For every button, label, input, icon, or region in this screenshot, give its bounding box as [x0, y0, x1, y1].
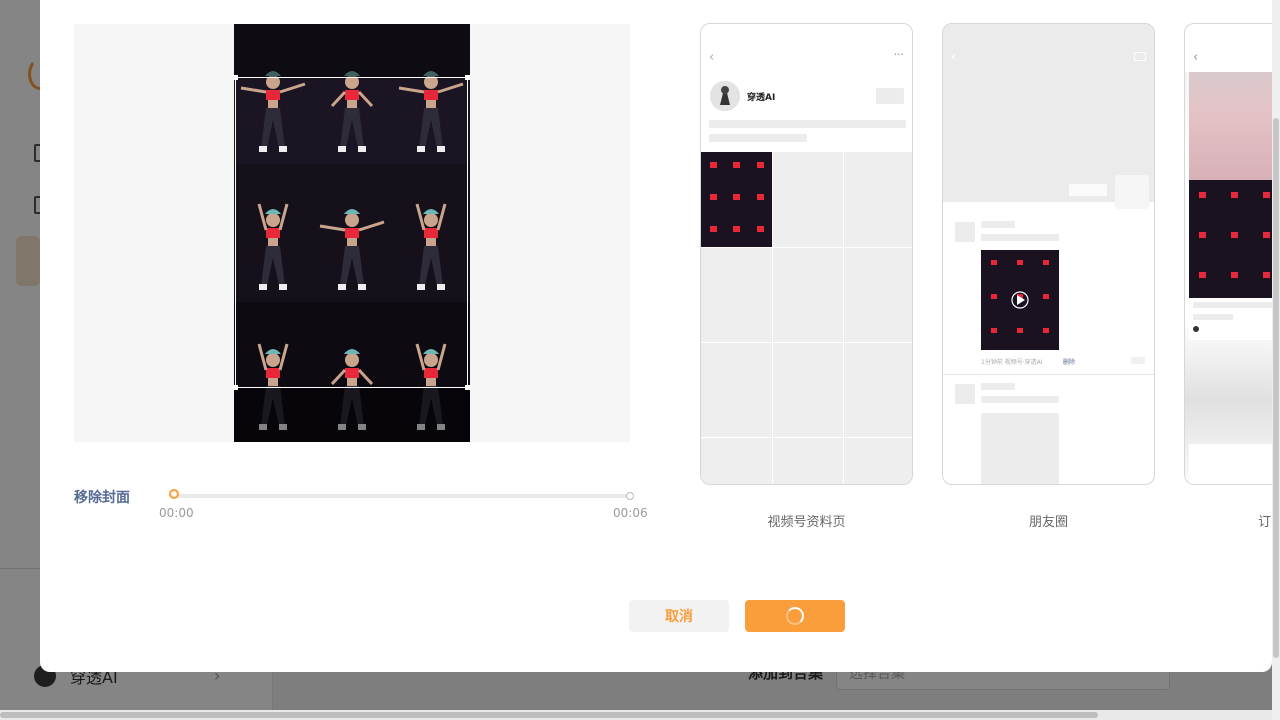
message-footer — [1189, 444, 1272, 484]
crop-mask-top — [234, 24, 470, 77]
video-grid — [701, 152, 912, 484]
remove-cover-link[interactable]: 移除封面 — [74, 487, 130, 507]
preview-label-moments: 朋友圈 — [1028, 515, 1068, 530]
post-avatar-placeholder — [955, 384, 975, 404]
moments-avatar-placeholder — [1115, 175, 1149, 209]
loading-spinner-icon — [786, 607, 804, 625]
timeline-handle[interactable] — [169, 489, 179, 499]
post-avatar-placeholder — [955, 222, 975, 242]
vertical-scrollbar-thumb[interactable] — [1273, 118, 1279, 658]
article-cover-blur — [1189, 72, 1272, 180]
horizontal-scrollbar-thumb[interactable] — [0, 712, 1098, 718]
profile-page-preview: ‹ ··· 穿透AI — [700, 23, 913, 485]
back-arrow-icon: ‹ — [951, 50, 957, 65]
post-divider — [943, 374, 1154, 375]
vertical-scrollbar[interactable] — [1272, 0, 1280, 720]
bio-line — [709, 120, 906, 128]
cover-crop-box[interactable] — [233, 75, 470, 390]
back-arrow-icon: ‹ — [1193, 50, 1199, 65]
post-text-placeholder — [981, 234, 1059, 241]
article-video-thumbnail — [1189, 180, 1272, 298]
preview-label-subscription: 订阅号消息 — [1257, 515, 1272, 530]
post-text-placeholder — [981, 396, 1059, 403]
moments-name-placeholder — [1069, 184, 1107, 196]
timeline-track[interactable] — [176, 494, 630, 498]
article-source-avatar — [1193, 326, 1199, 332]
post-video-thumbnail[interactable] — [981, 250, 1059, 350]
horizontal-scrollbar[interactable] — [0, 710, 1280, 720]
crop-mask-bottom — [234, 388, 470, 442]
crop-handle-bottom-right[interactable] — [465, 385, 470, 390]
article-title-placeholder — [1193, 314, 1233, 320]
cover-editor-modal: 移除封面 00:00 00:06 ‹ ··· 穿透AI 视频号资料页 ‹ 1分钟… — [40, 0, 1272, 672]
preview-label-profile: 视频号资料页 — [767, 515, 846, 530]
article-title-placeholder — [1193, 302, 1272, 308]
crop-handle-top-right[interactable] — [465, 75, 470, 80]
post-delete-link[interactable]: 删除 — [1063, 357, 1075, 366]
subscription-preview: ‹ — [1184, 23, 1272, 485]
post-name-placeholder — [981, 383, 1015, 390]
timeline-end-marker — [626, 492, 634, 500]
profile-avatar — [710, 81, 740, 111]
back-arrow-icon: ‹ — [709, 50, 715, 65]
camera-icon — [1134, 52, 1146, 61]
bio-line — [709, 134, 807, 142]
more-icon: ··· — [893, 48, 905, 61]
moments-preview: ‹ 1分钟前 视频号·穿透AI 删除 — [942, 23, 1155, 485]
cancel-button[interactable]: 取消 — [629, 600, 729, 632]
timeline-end-time: 00:06 — [613, 506, 648, 520]
profile-name: 穿透AI — [747, 93, 776, 103]
crop-handle-bottom-left[interactable] — [233, 385, 238, 390]
post-more-button[interactable] — [1131, 357, 1145, 364]
article-caption-area — [1189, 298, 1272, 340]
crop-handle-top-left[interactable] — [233, 75, 238, 80]
post-meta-text: 1分钟前 视频号·穿透AI — [981, 359, 1043, 366]
confirm-button[interactable] — [745, 600, 845, 632]
follow-placeholder — [876, 88, 904, 104]
post-image-placeholder — [981, 413, 1059, 484]
timeline-start-time: 00:00 — [159, 506, 194, 520]
post-name-placeholder — [981, 221, 1015, 228]
